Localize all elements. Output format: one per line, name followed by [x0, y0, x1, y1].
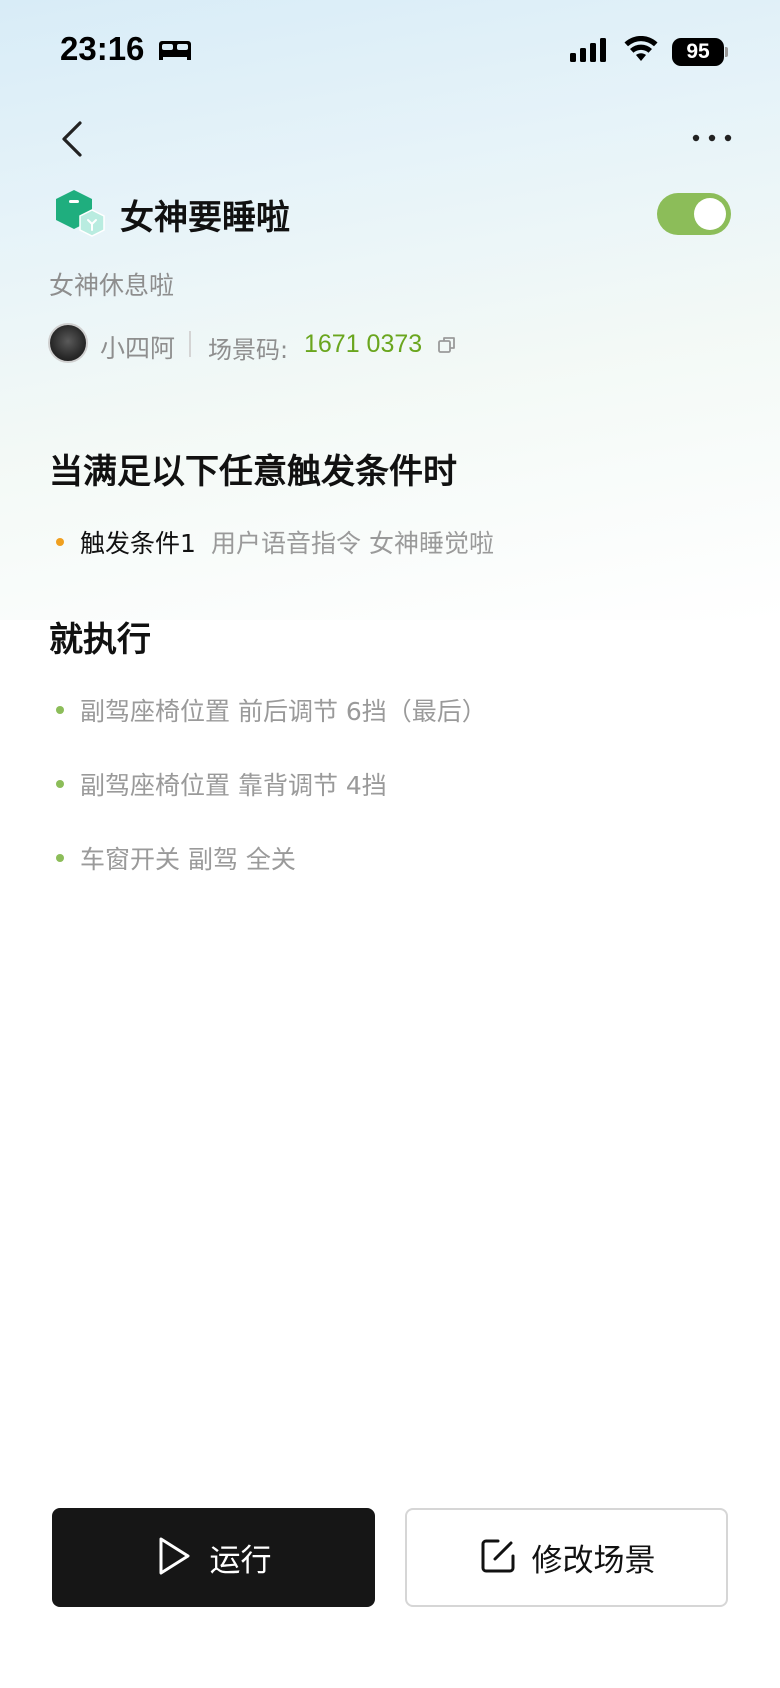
- action-bullet: [56, 780, 64, 788]
- action-item: 车窗开关 副驾 全关: [80, 845, 296, 874]
- run-button[interactable]: 运行: [52, 1508, 375, 1607]
- trigger-section-title: 当满足以下任意触发条件时: [49, 452, 457, 492]
- scene-enable-toggle[interactable]: [657, 193, 731, 235]
- battery-icon: 95: [672, 38, 724, 66]
- divider: [189, 331, 191, 357]
- edit-icon: [478, 1536, 518, 1580]
- bed-icon: [158, 39, 192, 65]
- edit-scene-button[interactable]: 修改场景: [405, 1508, 728, 1607]
- trigger-bullet: [56, 538, 64, 546]
- wifi-icon: [624, 35, 658, 66]
- action-bullet: [56, 706, 64, 714]
- trigger-label: 触发条件1: [80, 529, 196, 558]
- signal-icon: [570, 38, 608, 66]
- back-icon[interactable]: [56, 118, 92, 160]
- scene-subtitle: 女神休息啦: [49, 271, 175, 300]
- scene-code-label: 场景码:: [208, 336, 289, 364]
- action-bullet: [56, 854, 64, 862]
- run-button-label: 运行: [209, 1543, 272, 1579]
- copy-icon[interactable]: [436, 334, 458, 356]
- edit-scene-label: 修改场景: [531, 1543, 656, 1579]
- action-item: 副驾座椅位置 靠背调节 4挡: [80, 771, 387, 800]
- play-icon: [156, 1535, 192, 1581]
- action-section-title: 就执行: [49, 620, 151, 660]
- author-name[interactable]: 小四阿: [100, 329, 175, 365]
- action-item: 副驾座椅位置 前后调节 6挡（最后）: [80, 697, 487, 726]
- avatar[interactable]: [48, 323, 88, 363]
- status-time: 23:16: [60, 30, 145, 67]
- scene-logo-icon: [52, 188, 108, 240]
- scene-title: 女神要睡啦: [120, 198, 290, 238]
- trigger-description: 用户语音指令 女神睡觉啦: [211, 529, 494, 558]
- scene-code-value: 1671 0373: [304, 330, 423, 358]
- battery-nub: [725, 47, 728, 57]
- more-icon[interactable]: [690, 128, 734, 148]
- toggle-knob: [694, 198, 726, 230]
